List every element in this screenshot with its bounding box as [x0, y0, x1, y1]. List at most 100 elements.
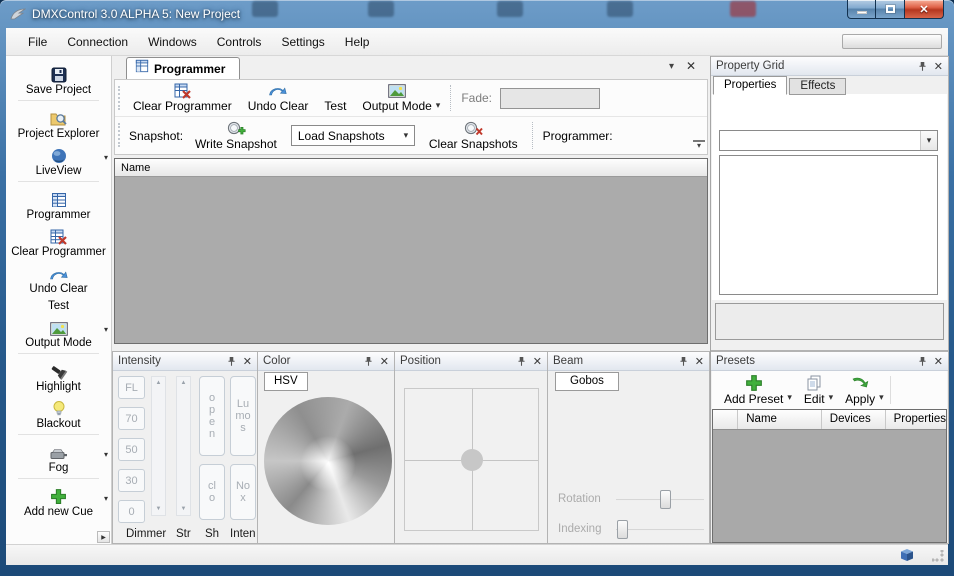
panel-header[interactable]: Property Grid ✕	[711, 57, 948, 76]
pin-icon[interactable]	[227, 356, 236, 366]
load-snapshots-dropdown[interactable]: Load Snapshots ▾	[291, 125, 415, 146]
clear-programmer-button[interactable]: Clear Programmer	[125, 80, 240, 116]
dimmer-50-button[interactable]: 50	[118, 438, 145, 461]
pin-icon[interactable]	[918, 61, 927, 71]
maximize-button[interactable]	[876, 0, 904, 19]
chevron-down-icon[interactable]: ▾	[787, 392, 792, 403]
pan-tilt-pad[interactable]	[404, 388, 539, 531]
clear-snapshots-button[interactable]: Clear Snapshots	[421, 117, 526, 154]
chevron-down-icon[interactable]: ▾	[104, 450, 108, 459]
minimize-button[interactable]	[847, 0, 876, 19]
tab-programmer[interactable]: Programmer	[126, 57, 240, 79]
column-properties[interactable]: Properties	[886, 410, 946, 429]
up-arrow-icon[interactable]: ▲	[177, 380, 190, 386]
sidebar-scroll-button[interactable]: ▶	[97, 531, 110, 543]
panel-header[interactable]: Intensity ✕	[113, 352, 257, 371]
toolbar-overflow-icon[interactable]: ▾	[693, 140, 705, 150]
sidebar-item-clear-programmer[interactable]: Clear Programmer	[6, 222, 111, 259]
sidebar-item-highlight[interactable]: Highlight	[6, 357, 111, 394]
panel-header[interactable]: Beam ✕	[548, 352, 709, 371]
lumos-button[interactable]: Lumos	[230, 376, 256, 456]
fade-input[interactable]	[500, 88, 600, 109]
menu-connection[interactable]: Connection	[57, 30, 138, 54]
chevron-down-icon[interactable]: ▾	[436, 100, 441, 111]
column-devices[interactable]: Devices	[822, 410, 886, 429]
tab-gobos[interactable]: Gobos	[555, 372, 619, 391]
chevron-down-icon[interactable]: ▾	[879, 392, 884, 403]
panel-header[interactable]: Presets ✕	[711, 352, 948, 371]
panel-header[interactable]: Position ✕	[395, 352, 547, 371]
property-list[interactable]	[719, 155, 938, 295]
dimmer-70-button[interactable]: 70	[118, 407, 145, 430]
chevron-down-icon[interactable]: ▾	[104, 153, 108, 162]
output-mode-button[interactable]: Output Mode	[354, 80, 439, 116]
column-blank[interactable]	[713, 410, 738, 429]
network-cube-icon[interactable]	[900, 548, 914, 567]
programmer-grid[interactable]: Name	[114, 158, 708, 344]
slider-thumb[interactable]	[617, 520, 628, 539]
add-preset-button[interactable]: Add Preset	[716, 371, 791, 409]
test-button[interactable]: Test	[316, 80, 354, 116]
up-arrow-icon[interactable]: ▲	[152, 380, 165, 386]
hsv-color-wheel[interactable]	[264, 397, 392, 525]
close-icon[interactable]: ✕	[934, 60, 943, 73]
grid-column-header[interactable]: Name	[115, 159, 707, 177]
apply-preset-button[interactable]: Apply	[837, 371, 883, 409]
menu-help[interactable]: Help	[335, 30, 380, 54]
sidebar-item-project-explorer[interactable]: Project Explorer	[6, 104, 111, 141]
position-knob[interactable]	[461, 449, 483, 471]
resize-grip[interactable]	[932, 550, 944, 562]
close-icon[interactable]: ✕	[934, 355, 943, 368]
pin-icon[interactable]	[679, 356, 688, 366]
chevron-down-icon[interactable]: ▾	[104, 494, 108, 503]
shutter-close-button[interactable]: clo	[199, 464, 225, 520]
tab-hsv[interactable]: HSV	[264, 372, 308, 391]
sidebar-item-test[interactable]: Test	[6, 296, 111, 313]
sidebar-item-save-project[interactable]: Save Project	[6, 60, 111, 97]
toolbar-grip[interactable]	[118, 86, 120, 110]
write-snapshot-button[interactable]: Write Snapshot	[187, 117, 285, 154]
close-button[interactable]: ✕	[904, 0, 944, 19]
tab-properties[interactable]: Properties	[713, 76, 787, 95]
slider-thumb[interactable]	[660, 490, 671, 509]
chevron-down-icon[interactable]: ▾	[829, 392, 834, 403]
sidebar-item-programmer[interactable]: Programmer	[6, 185, 111, 222]
presets-table[interactable]: Name Devices Properties	[712, 409, 947, 543]
down-arrow-icon[interactable]: ▼	[152, 506, 165, 512]
dimmer-slider[interactable]: ▲ ▼	[151, 376, 166, 516]
sidebar-item-fog[interactable]: Fog ▾	[6, 438, 111, 475]
menu-windows[interactable]: Windows	[138, 30, 207, 54]
menu-file[interactable]: File	[18, 30, 57, 54]
dimmer-fl-button[interactable]: FL	[118, 376, 145, 399]
sidebar-item-add-new-cue[interactable]: Add new Cue ▾	[6, 482, 111, 519]
down-arrow-icon[interactable]: ▼	[177, 506, 190, 512]
close-icon[interactable]: ✕	[380, 355, 389, 368]
tab-list-dropdown-icon[interactable]: ▾	[669, 61, 674, 72]
close-icon[interactable]: ✕	[695, 355, 704, 368]
shutter-open-button[interactable]: open	[199, 376, 225, 456]
strobe-slider[interactable]: ▲ ▼	[176, 376, 191, 516]
dimmer-0-button[interactable]: 0	[118, 500, 145, 523]
titlebar[interactable]: DMXControl 3.0 ALPHA 5: New Project ✕	[0, 0, 954, 28]
sidebar-item-undo-clear[interactable]: Undo Clear	[6, 259, 111, 296]
close-icon[interactable]: ✕	[243, 355, 252, 368]
column-name[interactable]: Name	[738, 410, 822, 429]
tab-effects[interactable]: Effects	[789, 78, 846, 95]
sidebar-item-blackout[interactable]: Blackout	[6, 394, 111, 431]
device-selector-dropdown[interactable]: ▾	[719, 130, 938, 151]
undo-clear-button[interactable]: Undo Clear	[240, 80, 317, 116]
toolbar-grip[interactable]	[118, 123, 120, 147]
close-icon[interactable]: ✕	[533, 355, 542, 368]
slider-track[interactable]	[616, 529, 704, 531]
sidebar-item-output-mode[interactable]: Output Mode ▾	[6, 313, 111, 350]
slider-track[interactable]	[616, 499, 704, 501]
panel-header[interactable]: Color ✕	[258, 352, 394, 371]
dimmer-30-button[interactable]: 30	[118, 469, 145, 492]
pin-icon[interactable]	[517, 356, 526, 366]
nox-button[interactable]: Nox	[230, 464, 256, 520]
menu-controls[interactable]: Controls	[207, 30, 272, 54]
close-document-icon[interactable]: ✕	[686, 59, 696, 73]
edit-preset-button[interactable]: Edit	[796, 371, 833, 409]
pin-icon[interactable]	[918, 356, 927, 366]
sidebar-item-liveview[interactable]: LiveView ▾	[6, 141, 111, 178]
